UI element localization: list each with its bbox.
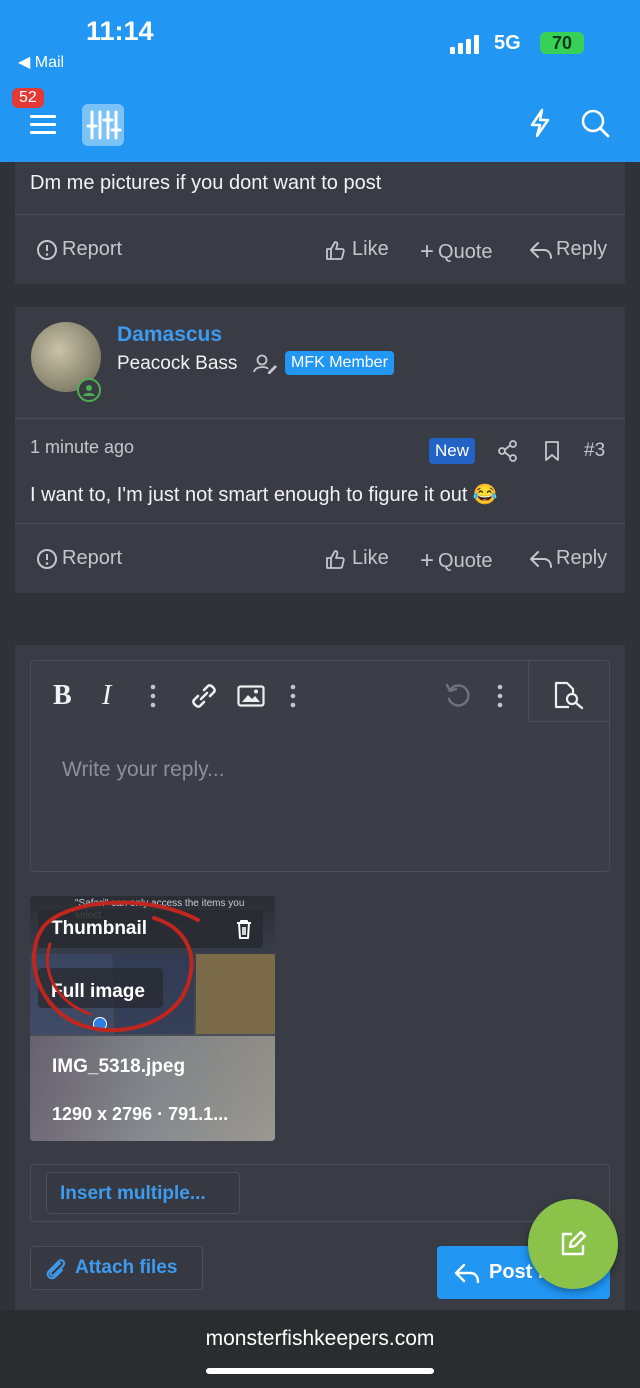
reply-label: Reply [556,238,608,260]
network-type: 5G [494,32,521,54]
notification-count-badge: 52 [12,88,44,108]
post-message: I want to, I'm just not smart enough to … [30,484,498,506]
bold-icon[interactable]: B [53,680,72,712]
reply-arrow-icon [530,550,552,568]
paperclip-icon [46,1259,66,1280]
status-time: 11:14 [86,16,154,46]
report-button[interactable]: Report [36,238,122,261]
attach-files-label: Attach files [75,1257,178,1278]
insert-multiple-button[interactable]: Insert multiple... [46,1172,240,1214]
quote-button[interactable]: + Quote [420,547,493,575]
attachment-thumbnail[interactable]: "Safari" can only access the items you s… [30,896,275,1141]
link-icon[interactable] [188,680,220,712]
site-logo[interactable] [82,104,124,146]
divider [15,214,625,215]
back-to-mail-link[interactable]: ◀ Mail [18,52,64,72]
member-badge: MFK Member [285,351,394,375]
italic-icon[interactable]: I [102,680,111,712]
preview-icon[interactable] [553,680,585,710]
home-indicator [206,1368,434,1374]
edit-icon [561,1230,587,1256]
search-icon[interactable] [580,108,610,138]
quote-label: Quote [438,549,493,572]
divider [15,523,625,524]
report-button[interactable]: Report [36,547,122,570]
attachment-filename: IMG_5318.jpeg [52,1056,186,1077]
more-options-icon[interactable] [290,684,296,708]
like-label: Like [352,238,389,260]
alert-circle-icon [37,548,57,569]
more-options-icon[interactable] [497,684,503,708]
lightning-icon[interactable] [526,108,554,138]
like-button[interactable]: Like [324,547,389,570]
back-label: Mail [34,54,65,71]
quote-label: Quote [438,240,493,263]
report-label: Report [62,238,123,260]
report-label: Report [62,547,123,569]
trash-icon[interactable] [234,918,254,940]
user-edit-icon [252,352,278,376]
quote-button[interactable]: + Quote [420,238,493,266]
more-options-icon[interactable] [150,684,156,708]
share-icon[interactable] [497,440,519,462]
photo-grid-blur [30,1036,275,1141]
thumbs-up-icon [326,240,345,260]
reply-button[interactable]: Reply [528,547,607,570]
attach-files-button[interactable]: Attach files [30,1246,203,1290]
reply-arrow-icon [454,1263,480,1283]
reply-label: Reply [556,547,608,569]
plus-icon: + [420,238,435,265]
hamburger-menu-icon[interactable] [30,114,56,136]
new-badge: New [429,438,476,464]
thumbs-up-icon [326,549,345,569]
battery-indicator: 70 [540,32,584,54]
username-link[interactable]: Damascus [117,323,222,347]
post-number-link[interactable]: #3 [584,440,605,462]
post-timestamp[interactable]: 1 minute ago [30,437,134,458]
compose-fab-button[interactable] [528,1199,618,1289]
reply-button[interactable]: Reply [528,238,607,261]
online-status-icon [77,378,101,402]
user-title: Peacock Bass [117,353,238,374]
address-bar-domain[interactable]: monsterfishkeepers.com [0,1327,640,1351]
insert-multiple-label: Insert multiple... [60,1183,206,1204]
image-icon[interactable] [237,684,265,708]
bookmark-icon[interactable] [543,440,561,462]
undo-icon[interactable] [444,681,472,709]
alert-circle-icon [37,239,57,260]
red-circle-annotation [32,900,200,1033]
reply-textarea-placeholder[interactable]: Write your reply... [62,758,225,782]
like-button[interactable]: Like [324,238,389,261]
signal-icon [450,34,484,54]
attachment-meta: 1290 x 2796 · 791.1... [52,1104,229,1124]
reply-arrow-icon [530,241,552,259]
plus-icon: + [420,547,435,574]
like-label: Like [352,547,389,569]
divider [15,418,625,419]
post-message: Dm me pictures if you dont want to post [30,172,382,194]
